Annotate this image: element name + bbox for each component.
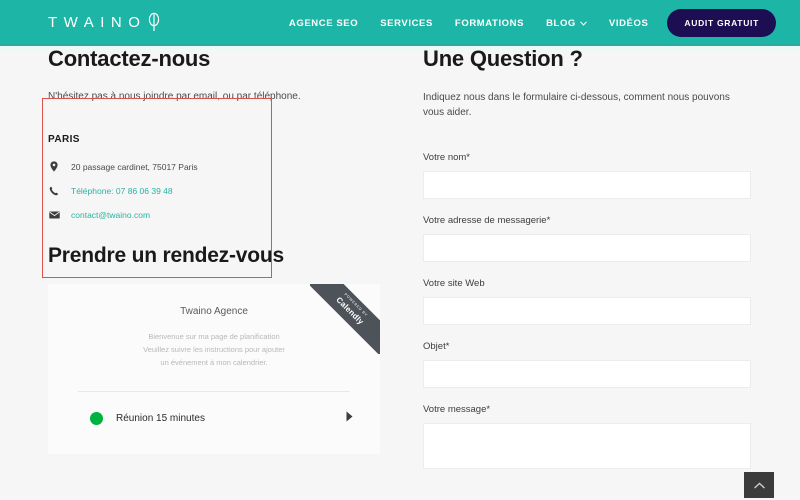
- email-text: contact@twaino.com: [71, 210, 151, 220]
- field-site-web: Votre site Web: [423, 278, 753, 325]
- contact-page: TWAINO AGENCE SEO SERVICES FORMATIONS BL…: [0, 0, 800, 500]
- form-title: Une Question ?: [423, 46, 583, 71]
- contact-email-line[interactable]: contact@twaino.com: [48, 210, 338, 220]
- appointment-title: Prendre un rendez-vous: [48, 244, 284, 267]
- label-site-web: Votre site Web: [423, 278, 485, 289]
- audit-gratuit-button[interactable]: AUDIT GRATUIT: [667, 9, 776, 37]
- field-votre-message: Votre message*: [423, 404, 753, 469]
- label-objet: Objet*: [423, 341, 450, 352]
- site-web-input[interactable]: [423, 297, 751, 325]
- address-text: 20 passage cardinet, 75017 Paris: [71, 161, 198, 172]
- field-adresse-messagerie: Votre adresse de messagerie*: [423, 215, 753, 262]
- nav-item-blog[interactable]: BLOG: [535, 18, 598, 29]
- nav-item-services[interactable]: SERVICES: [369, 18, 444, 29]
- event-color-dot: [90, 411, 103, 425]
- contact-address-line: 20 passage cardinet, 75017 Paris: [48, 161, 338, 172]
- nav-label: AGENCE SEO: [288, 17, 359, 29]
- field-objet: Objet*: [423, 341, 753, 388]
- chevron-down-icon: [580, 20, 587, 26]
- contact-phone-line[interactable]: Téléphone: 07 86 06 39 48: [48, 186, 338, 196]
- nav-item-videos[interactable]: VIDÉOS: [598, 18, 660, 29]
- contact-form: Une Question ? Indiquez nous dans le for…: [423, 46, 753, 485]
- calendly-desc-line-1: Bienvenue sur ma page de planification: [148, 332, 280, 341]
- chevron-right-icon: [345, 409, 354, 427]
- field-votre-nom: Votre nom*: [423, 152, 753, 199]
- nav-label: VIDÉOS: [608, 17, 649, 29]
- leaf-icon: [146, 12, 161, 32]
- logo-text: TWAINO: [48, 13, 147, 31]
- calendly-widget[interactable]: Powered by Calendly Twaino Agence Bienve…: [48, 284, 380, 454]
- office-city: PARIS: [48, 134, 80, 145]
- votre-nom-input[interactable]: [423, 171, 751, 199]
- calendly-desc-line-3: un événement à mon calendrier.: [160, 358, 268, 368]
- page-title: Contactez-nous: [48, 46, 211, 71]
- map-pin-icon: [48, 161, 60, 172]
- left-column: Contactez-nous N'hésitez pas à nous join…: [48, 46, 380, 454]
- nav-label: BLOG: [546, 17, 576, 29]
- calendly-owner: Twaino Agence: [180, 306, 248, 317]
- votre-message-textarea[interactable]: [423, 423, 751, 469]
- form-lead: Indiquez nous dans le formulaire ci-dess…: [423, 92, 730, 118]
- calendly-desc-line-2: Veuillez suivre les instructions pour aj…: [143, 345, 285, 355]
- calendly-event-reunion-15-minutes[interactable]: Réunion 15 minutes: [48, 392, 380, 444]
- chevron-up-icon: [753, 481, 765, 489]
- label-votre-nom: Votre nom*: [423, 152, 470, 163]
- envelope-icon: [48, 211, 60, 219]
- scroll-to-top-button[interactable]: [744, 472, 774, 498]
- adresse-messagerie-input[interactable]: [423, 234, 751, 262]
- nav-label: SERVICES: [380, 17, 433, 29]
- nav-item-formations[interactable]: FORMATIONS: [444, 18, 535, 29]
- label-adresse-messagerie: Votre adresse de messagerie*: [423, 215, 551, 226]
- event-label: Réunion 15 minutes: [116, 412, 205, 424]
- main-nav: AGENCE SEO SERVICES FORMATIONS BLOG VIDÉ…: [278, 0, 788, 46]
- phone-text: Téléphone: 07 86 06 39 48: [71, 186, 173, 196]
- nav-label: FORMATIONS: [454, 17, 525, 29]
- objet-input[interactable]: [423, 360, 751, 388]
- site-header: TWAINO AGENCE SEO SERVICES FORMATIONS BL…: [0, 0, 800, 46]
- label-votre-message: Votre message*: [423, 404, 491, 415]
- site-logo[interactable]: TWAINO: [48, 12, 161, 32]
- calendly-description: Bienvenue sur ma page de planification V…: [48, 330, 380, 369]
- nav-item-agence-seo[interactable]: AGENCE SEO: [278, 18, 369, 29]
- phone-icon: [48, 186, 60, 196]
- contact-lead: N'hésitez pas à nous joindre par email, …: [48, 91, 301, 102]
